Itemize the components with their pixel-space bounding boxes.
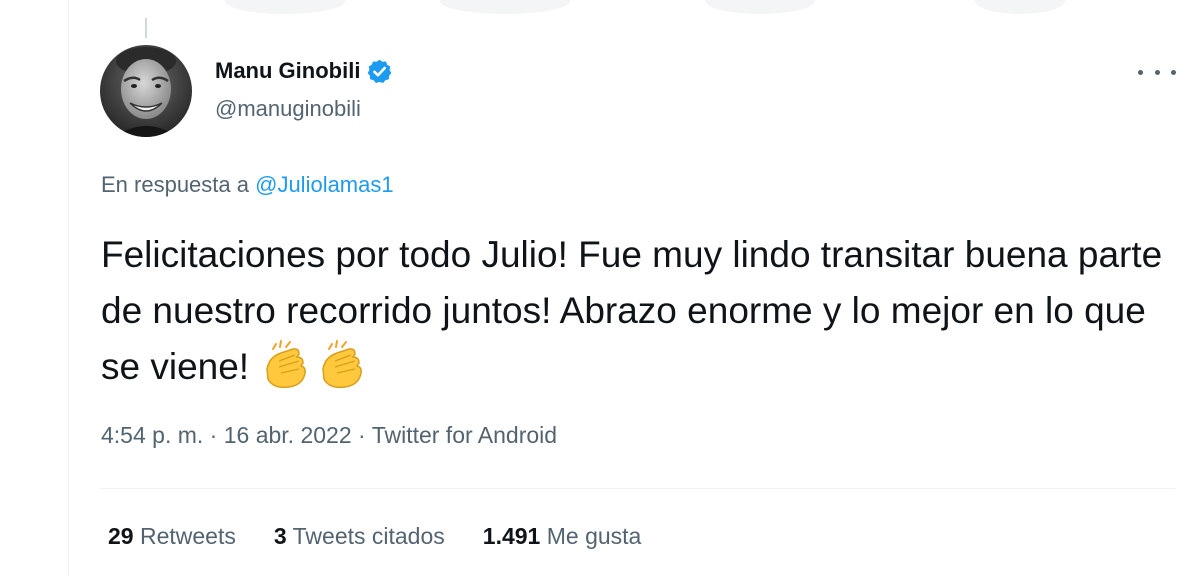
avatar-image <box>100 45 192 137</box>
quote-tweets-count: 3 <box>273 523 287 549</box>
thread-connector-line <box>145 18 147 38</box>
meta-separator: · <box>209 422 218 448</box>
likes-label: Me gusta <box>546 523 642 549</box>
tweet-stats: 29 Retweets 3 Tweets citados 1.491 Me gu… <box>108 523 679 550</box>
meta-separator: · <box>358 422 366 448</box>
tweet-source-link[interactable]: Twitter for Android <box>372 422 557 448</box>
avatar[interactable] <box>100 45 192 137</box>
previous-tweet-action-fade <box>705 0 815 14</box>
tweet-text: Felicitaciones por todo Julio! Fue muy l… <box>101 227 1171 395</box>
reply-mention-link[interactable]: @Juliolamas1 <box>255 172 394 197</box>
tweet-page: Manu Ginobili @manuginobili En respuesta… <box>0 0 1200 576</box>
tweet-author: Manu Ginobili @manuginobili <box>215 56 393 122</box>
retweets-count: 29 <box>108 523 134 549</box>
reply-context: En respuesta a @Juliolamas1 <box>101 172 394 198</box>
author-handle[interactable]: @manuginobili <box>215 96 393 122</box>
tweet-time[interactable]: 4:54 p. m. <box>101 422 203 448</box>
verified-badge-icon <box>368 59 392 83</box>
reply-prefix: En respuesta a <box>101 172 249 197</box>
clapping-hands-icon <box>266 340 307 389</box>
timeline-border <box>68 0 69 576</box>
more-dot-icon <box>1171 69 1176 75</box>
divider <box>100 488 1175 489</box>
quote-tweets-stat[interactable]: 3 Tweets citados <box>274 523 445 550</box>
previous-tweet-action-fade <box>975 0 1065 14</box>
likes-count: 1.491 <box>482 523 541 549</box>
likes-stat[interactable]: 1.491 Me gusta <box>483 523 642 550</box>
clapping-hands-icon <box>322 340 363 389</box>
tweet-date[interactable]: 16 abr. 2022 <box>224 422 352 448</box>
more-dot-icon <box>1138 69 1143 75</box>
previous-tweet-action-fade <box>225 0 345 14</box>
previous-tweet-action-fade <box>440 0 570 14</box>
author-display-name[interactable]: Manu Ginobili <box>215 58 360 84</box>
more-options-button[interactable] <box>1138 60 1176 84</box>
author-name-row: Manu Ginobili <box>215 56 393 86</box>
retweets-stat[interactable]: 29 Retweets <box>108 523 236 550</box>
more-dot-icon <box>1154 69 1160 75</box>
quote-tweets-label: Tweets citados <box>292 523 445 549</box>
retweets-label: Retweets <box>139 523 236 549</box>
tweet-metadata: 4:54 p. m. · 16 abr. 2022 · Twitter for … <box>101 422 557 449</box>
